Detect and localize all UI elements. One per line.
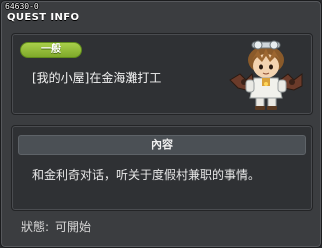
quest-description: 和金利奇对话，听关于度假村兼职的事情。 [32, 168, 261, 182]
quest-info-window: 64630-0 QUEST INFO 一般 [我的小屋]在金海灘打工 內容 和金… [0, 0, 322, 248]
status-label: 狀態: [21, 220, 50, 234]
quest-id: 64630-0 [5, 2, 39, 11]
status-value: 可開始 [55, 220, 92, 234]
category-badge: 一般 [20, 42, 82, 58]
quest-status: 狀態: 可開始 [21, 220, 97, 234]
quest-name: [我的小屋]在金海灘打工 [32, 71, 162, 85]
window-title: QUEST INFO [7, 12, 80, 23]
quest-content-panel: 內容 和金利奇对话，听关于度假村兼职的事情。 [11, 125, 313, 211]
window-title-bar[interactable]: QUEST INFO [5, 11, 125, 25]
npc-portrait-icon [229, 40, 303, 110]
quest-summary-panel: 一般 [我的小屋]在金海灘打工 [11, 33, 313, 115]
content-section-header: 內容 [18, 135, 306, 155]
